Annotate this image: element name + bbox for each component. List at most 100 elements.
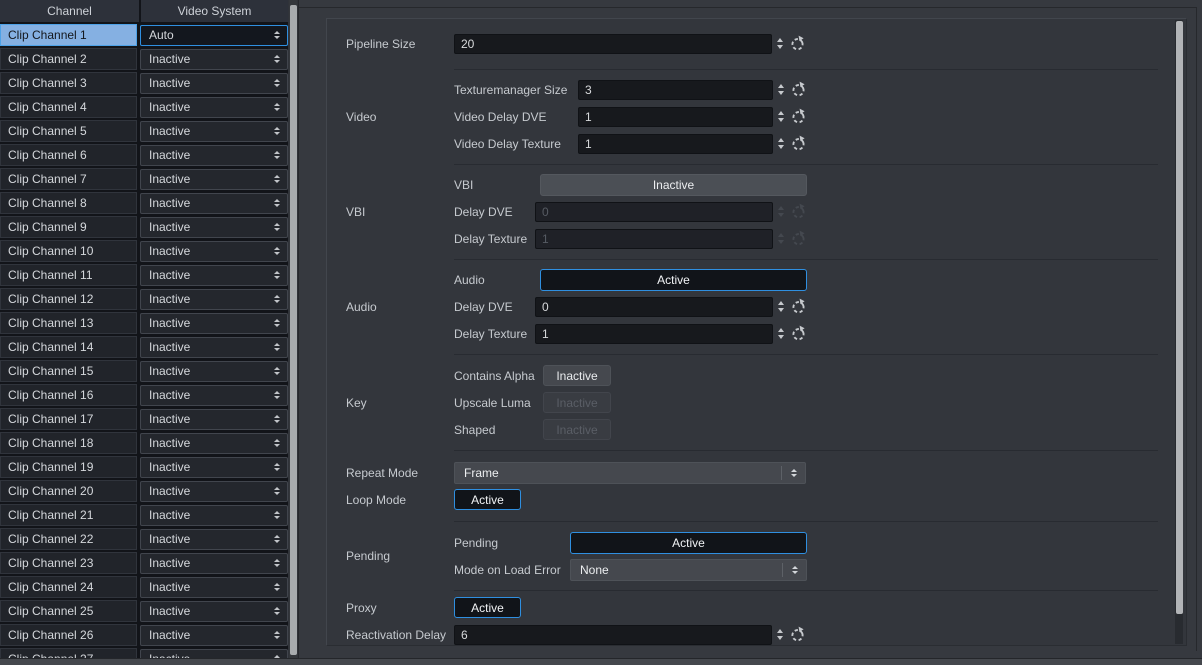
- video-delay-texture-input[interactable]: [578, 134, 773, 154]
- video-system-select[interactable]: Inactive: [140, 289, 288, 310]
- loop-mode-button[interactable]: Active: [454, 489, 521, 510]
- reset-icon[interactable]: [789, 35, 806, 52]
- channel-cell[interactable]: Clip Channel 18: [0, 432, 137, 454]
- number-stepper-icon[interactable]: [778, 84, 784, 95]
- number-stepper-icon[interactable]: [778, 328, 784, 339]
- number-stepper-icon[interactable]: [778, 301, 784, 312]
- channel-cell[interactable]: Clip Channel 24: [0, 576, 137, 598]
- channel-cell[interactable]: Clip Channel 19: [0, 456, 137, 478]
- video-system-select[interactable]: Inactive: [140, 505, 288, 526]
- reset-icon[interactable]: [790, 108, 807, 125]
- channel-cell[interactable]: Clip Channel 26: [0, 624, 137, 646]
- number-stepper-icon[interactable]: [777, 629, 783, 640]
- channel-cell[interactable]: Clip Channel 21: [0, 504, 137, 526]
- channel-cell[interactable]: Clip Channel 11: [0, 264, 137, 286]
- video-system-cell: Auto: [140, 24, 288, 46]
- video-system-value: Inactive: [149, 604, 190, 618]
- video-system-select[interactable]: Inactive: [140, 49, 288, 70]
- pipeline-size-input[interactable]: [454, 34, 772, 54]
- video-system-cell: Inactive: [140, 336, 288, 358]
- video-system-select[interactable]: Inactive: [140, 169, 288, 190]
- channel-cell[interactable]: Clip Channel 20: [0, 480, 137, 502]
- video-system-select[interactable]: Inactive: [140, 625, 288, 646]
- channel-cell[interactable]: Clip Channel 22: [0, 528, 137, 550]
- pending-toggle-button[interactable]: Active: [570, 532, 807, 554]
- proxy-toggle-button[interactable]: Active: [454, 597, 521, 618]
- video-system-select[interactable]: Inactive: [140, 553, 288, 574]
- video-system-select[interactable]: Auto: [140, 25, 288, 46]
- video-system-select[interactable]: Inactive: [140, 457, 288, 478]
- panel-scrollbar[interactable]: [1175, 20, 1183, 644]
- audio-delay-texture-input[interactable]: [535, 324, 773, 344]
- channel-cell[interactable]: Clip Channel 25: [0, 600, 137, 622]
- audio-delay-dve-input[interactable]: [535, 297, 773, 317]
- reset-icon: [790, 203, 807, 220]
- video-system-select[interactable]: Inactive: [140, 145, 288, 166]
- panel-scrollbar-thumb[interactable]: [1176, 21, 1183, 614]
- video-delay-dve-input[interactable]: [578, 107, 773, 127]
- video-system-select[interactable]: Inactive: [140, 529, 288, 550]
- video-system-select[interactable]: Inactive: [140, 361, 288, 382]
- video-system-select[interactable]: Inactive: [140, 385, 288, 406]
- video-system-select[interactable]: Inactive: [140, 601, 288, 622]
- channel-cell[interactable]: Clip Channel 13: [0, 312, 137, 334]
- channel-cell[interactable]: Clip Channel 6: [0, 144, 137, 166]
- channel-cell[interactable]: Clip Channel 4: [0, 96, 137, 118]
- video-system-select[interactable]: Inactive: [140, 217, 288, 238]
- video-system-value: Inactive: [149, 532, 190, 546]
- left-scrollbar[interactable]: [289, 0, 297, 665]
- contains-alpha-toggle-button[interactable]: Inactive: [543, 365, 611, 386]
- reset-icon[interactable]: [790, 135, 807, 152]
- region-right-border: [1196, 7, 1197, 651]
- video-system-select[interactable]: Inactive: [140, 409, 288, 430]
- table-row: Clip Channel 22 Inactive: [0, 526, 288, 550]
- video-system-select[interactable]: Inactive: [140, 433, 288, 454]
- repeat-mode-select[interactable]: Frame: [454, 462, 806, 484]
- channel-cell[interactable]: Clip Channel 7: [0, 168, 137, 190]
- channel-cell[interactable]: Clip Channel 8: [0, 192, 137, 214]
- video-system-cell: Inactive: [140, 48, 288, 70]
- channel-table-body: Clip Channel 1AutoClip Channel 2Inactive…: [0, 22, 288, 665]
- field-label: Contains Alpha: [454, 369, 543, 383]
- reset-icon[interactable]: [790, 325, 807, 342]
- table-row: Clip Channel 20Inactive: [0, 478, 288, 502]
- channel-cell[interactable]: Clip Channel 15: [0, 360, 137, 382]
- video-system-select[interactable]: Inactive: [140, 577, 288, 598]
- video-system-select[interactable]: Inactive: [140, 313, 288, 334]
- channel-cell[interactable]: Clip Channel 1: [0, 24, 137, 46]
- video-system-select[interactable]: Inactive: [140, 121, 288, 142]
- texturemanager-size-input[interactable]: [578, 80, 773, 100]
- reset-icon[interactable]: [790, 81, 807, 98]
- video-system-select[interactable]: Inactive: [140, 337, 288, 358]
- audio-toggle-button[interactable]: Active: [540, 269, 807, 291]
- vbi-toggle-button[interactable]: Inactive: [540, 174, 807, 196]
- left-scrollbar-thumb[interactable]: [290, 5, 297, 655]
- channel-cell[interactable]: Clip Channel 14: [0, 336, 137, 358]
- video-system-select[interactable]: Inactive: [140, 73, 288, 94]
- channel-cell[interactable]: Clip Channel 9: [0, 216, 137, 238]
- field-label: Delay DVE: [454, 300, 535, 314]
- channel-cell[interactable]: Clip Channel 3: [0, 72, 137, 94]
- video-system-select[interactable]: Inactive: [140, 481, 288, 502]
- up-triangle-icon: [274, 103, 280, 106]
- number-stepper-icon[interactable]: [777, 38, 783, 49]
- channel-cell[interactable]: Clip Channel 5: [0, 120, 137, 142]
- video-system-select[interactable]: Inactive: [140, 97, 288, 118]
- table-row: Clip Channel 19Inactive: [0, 454, 288, 478]
- reset-icon[interactable]: [790, 298, 807, 315]
- channel-cell[interactable]: Clip Channel 12: [0, 288, 137, 310]
- reactivation-delay-input[interactable]: [454, 625, 772, 645]
- reset-icon[interactable]: [789, 626, 806, 643]
- video-system-select[interactable]: Inactive: [140, 193, 288, 214]
- channel-cell[interactable]: Clip Channel 2: [0, 48, 137, 70]
- number-stepper-icon[interactable]: [778, 138, 784, 149]
- down-triangle-icon: [274, 252, 280, 255]
- number-stepper-icon[interactable]: [778, 111, 784, 122]
- video-system-select[interactable]: Inactive: [140, 265, 288, 286]
- channel-cell[interactable]: Clip Channel 16: [0, 384, 137, 406]
- mode-on-load-error-select[interactable]: None: [570, 559, 807, 581]
- channel-cell[interactable]: Clip Channel 17: [0, 408, 137, 430]
- video-system-select[interactable]: Inactive: [140, 241, 288, 262]
- channel-cell[interactable]: Clip Channel 10: [0, 240, 137, 262]
- channel-cell[interactable]: Clip Channel 23: [0, 552, 137, 574]
